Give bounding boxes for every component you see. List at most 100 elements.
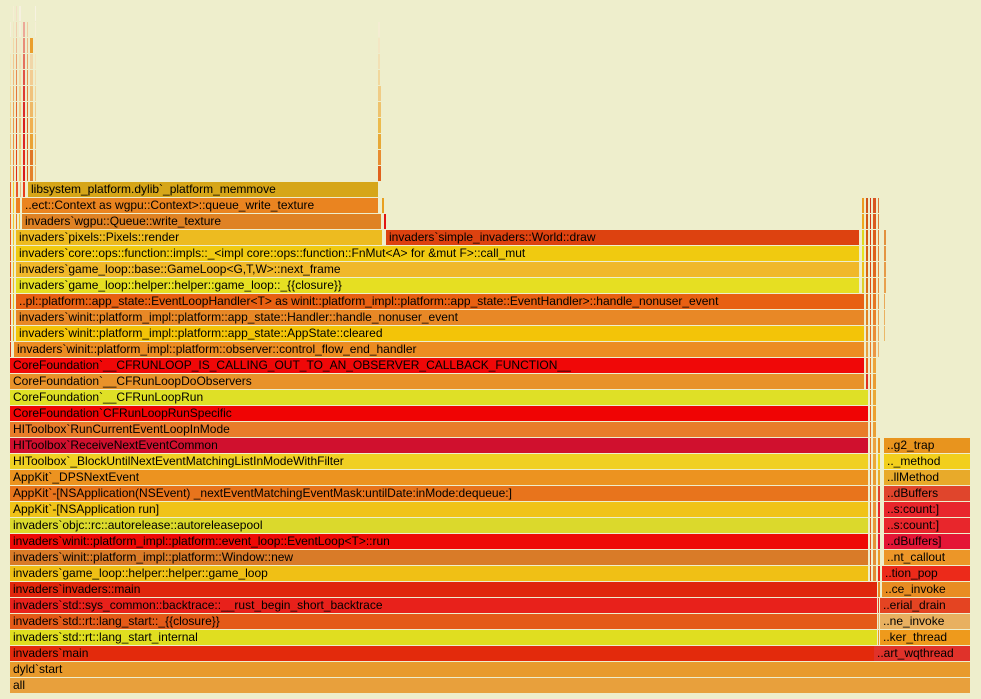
flame-frame-narrow[interactable] bbox=[10, 213, 12, 229]
flame-frame-narrow[interactable] bbox=[870, 469, 872, 485]
flame-frame[interactable]: invaders`invaders::main bbox=[10, 581, 878, 597]
flame-frame-narrow[interactable] bbox=[873, 389, 877, 405]
flame-frame-narrow[interactable] bbox=[873, 197, 877, 213]
flame-frame-narrow[interactable] bbox=[870, 533, 872, 549]
flame-frame-narrow[interactable] bbox=[23, 69, 26, 85]
flame-frame-narrow[interactable] bbox=[873, 325, 877, 341]
flame-frame-narrow[interactable] bbox=[13, 213, 15, 229]
flame-frame[interactable]: ..dBuffers] bbox=[884, 533, 971, 549]
flame-frame-narrow[interactable] bbox=[870, 245, 872, 261]
flame-frame-narrow[interactable] bbox=[873, 469, 877, 485]
flame-frame-narrow[interactable] bbox=[30, 133, 34, 149]
flame-frame[interactable]: HIToolbox`ReceiveNextEventCommon bbox=[10, 437, 869, 453]
flame-frame-narrow[interactable] bbox=[35, 5, 37, 21]
flame-frame-narrow[interactable] bbox=[35, 85, 37, 101]
flame-frame-narrow[interactable] bbox=[878, 549, 881, 565]
flame-frame-narrow[interactable] bbox=[878, 533, 881, 549]
flame-frame-narrow[interactable] bbox=[878, 309, 880, 325]
flame-frame-narrow[interactable] bbox=[30, 53, 34, 69]
flame-frame[interactable]: ..ce_invoke bbox=[882, 581, 971, 597]
flame-frame-narrow[interactable] bbox=[378, 85, 382, 101]
flame-frame[interactable]: ..art_wqthread bbox=[874, 645, 971, 661]
flame-frame-narrow[interactable] bbox=[13, 37, 15, 53]
flame-frame-narrow[interactable] bbox=[878, 245, 880, 261]
flame-frame-narrow[interactable] bbox=[384, 213, 387, 229]
flame-frame-narrow[interactable] bbox=[10, 101, 12, 117]
flame-frame-narrow[interactable] bbox=[30, 69, 34, 85]
flame-frame-narrow[interactable] bbox=[878, 341, 880, 357]
flame-frame-narrow[interactable] bbox=[19, 149, 22, 165]
flame-frame-narrow[interactable] bbox=[27, 101, 29, 117]
flame-frame-narrow[interactable] bbox=[866, 261, 869, 277]
flame-frame-narrow[interactable] bbox=[862, 277, 865, 293]
flame-frame[interactable]: invaders`winit::platform_impl::platform:… bbox=[10, 533, 869, 549]
flame-frame[interactable]: invaders`game_loop::helper::helper::game… bbox=[10, 565, 869, 581]
flame-frame-narrow[interactable] bbox=[16, 85, 18, 101]
flame-frame[interactable]: ..ne_invoke bbox=[880, 613, 971, 629]
flame-frame-narrow[interactable] bbox=[13, 229, 15, 245]
flame-frame[interactable]: ..llMethod bbox=[884, 469, 971, 485]
flame-frame-narrow[interactable] bbox=[870, 501, 872, 517]
flame-frame-narrow[interactable] bbox=[10, 85, 12, 101]
flame-frame-narrow[interactable] bbox=[870, 437, 872, 453]
flame-frame-narrow[interactable] bbox=[19, 37, 22, 53]
flame-frame-narrow[interactable] bbox=[870, 277, 872, 293]
flame-frame-narrow[interactable] bbox=[862, 213, 865, 229]
flame-frame-narrow[interactable] bbox=[866, 341, 869, 357]
flame-frame-narrow[interactable] bbox=[878, 293, 880, 309]
flame-frame-narrow[interactable] bbox=[873, 533, 877, 549]
flame-frame-narrow[interactable] bbox=[862, 245, 865, 261]
flame-frame-narrow[interactable] bbox=[873, 293, 877, 309]
flame-frame-narrow[interactable] bbox=[19, 21, 22, 37]
flame-frame-narrow[interactable] bbox=[10, 309, 12, 325]
flame-frame[interactable]: invaders`wgpu::Queue::write_texture bbox=[22, 213, 382, 229]
flame-frame-narrow[interactable] bbox=[870, 565, 872, 581]
flame-frame-narrow[interactable] bbox=[35, 165, 37, 181]
flame-frame-narrow[interactable] bbox=[378, 21, 381, 37]
flame-frame-narrow[interactable] bbox=[378, 101, 382, 117]
flame-frame-narrow[interactable] bbox=[13, 69, 15, 85]
flame-frame[interactable]: HIToolbox`_BlockUntilNextEventMatchingLi… bbox=[10, 453, 869, 469]
flame-frame-narrow[interactable] bbox=[878, 565, 881, 581]
flame-frame-narrow[interactable] bbox=[10, 133, 12, 149]
flame-frame-narrow[interactable] bbox=[16, 213, 18, 229]
flame-frame-narrow[interactable] bbox=[866, 373, 869, 389]
flame-frame-narrow[interactable] bbox=[16, 165, 18, 181]
flame-frame-narrow[interactable] bbox=[870, 325, 872, 341]
flame-frame-narrow[interactable] bbox=[35, 37, 37, 53]
flame-frame-narrow[interactable] bbox=[19, 165, 22, 181]
flame-frame-narrow[interactable] bbox=[878, 581, 881, 597]
flame-frame-narrow[interactable] bbox=[884, 261, 887, 277]
flame-frame-narrow[interactable] bbox=[378, 69, 381, 85]
flame-frame-narrow[interactable] bbox=[873, 341, 877, 357]
flame-frame-narrow[interactable] bbox=[23, 117, 26, 133]
flame-frame-narrow[interactable] bbox=[870, 373, 872, 389]
flame-frame-narrow[interactable] bbox=[23, 133, 26, 149]
flame-frame[interactable]: invaders`core::ops::function::impls::_<i… bbox=[16, 245, 860, 261]
flame-frame-narrow[interactable] bbox=[878, 261, 880, 277]
flame-frame-narrow[interactable] bbox=[862, 197, 865, 213]
flame-frame-narrow[interactable] bbox=[23, 101, 26, 117]
flame-frame-narrow[interactable] bbox=[10, 149, 12, 165]
flame-frame-narrow[interactable] bbox=[35, 117, 37, 133]
flame-frame[interactable]: ..ker_thread bbox=[880, 629, 971, 645]
flame-frame-narrow[interactable] bbox=[870, 309, 872, 325]
flame-frame-narrow[interactable] bbox=[878, 501, 881, 517]
flame-frame-narrow[interactable] bbox=[873, 565, 877, 581]
flame-frame[interactable]: CoreFoundation`__CFRunLoopRun bbox=[10, 389, 869, 405]
flame-frame[interactable]: libsystem_platform.dylib`_platform_memmo… bbox=[28, 181, 379, 197]
flame-frame-narrow[interactable] bbox=[873, 421, 877, 437]
flame-frame[interactable]: dyld`start bbox=[10, 661, 971, 677]
flame-frame-narrow[interactable] bbox=[23, 37, 26, 53]
flame-frame-narrow[interactable] bbox=[878, 197, 880, 213]
flame-frame[interactable]: invaders`winit::platform_impl::platform:… bbox=[16, 325, 865, 341]
flame-frame-narrow[interactable] bbox=[30, 37, 34, 53]
flame-frame-narrow[interactable] bbox=[10, 21, 12, 37]
flame-frame-narrow[interactable] bbox=[23, 165, 26, 181]
flame-frame-narrow[interactable] bbox=[20, 181, 22, 197]
flame-frame-narrow[interactable] bbox=[378, 37, 381, 53]
flame-frame-narrow[interactable] bbox=[870, 261, 872, 277]
flame-frame[interactable]: invaders`std::sys_common::backtrace::__r… bbox=[10, 597, 878, 613]
flame-frame-narrow[interactable] bbox=[870, 485, 872, 501]
flame-frame-narrow[interactable] bbox=[870, 197, 872, 213]
